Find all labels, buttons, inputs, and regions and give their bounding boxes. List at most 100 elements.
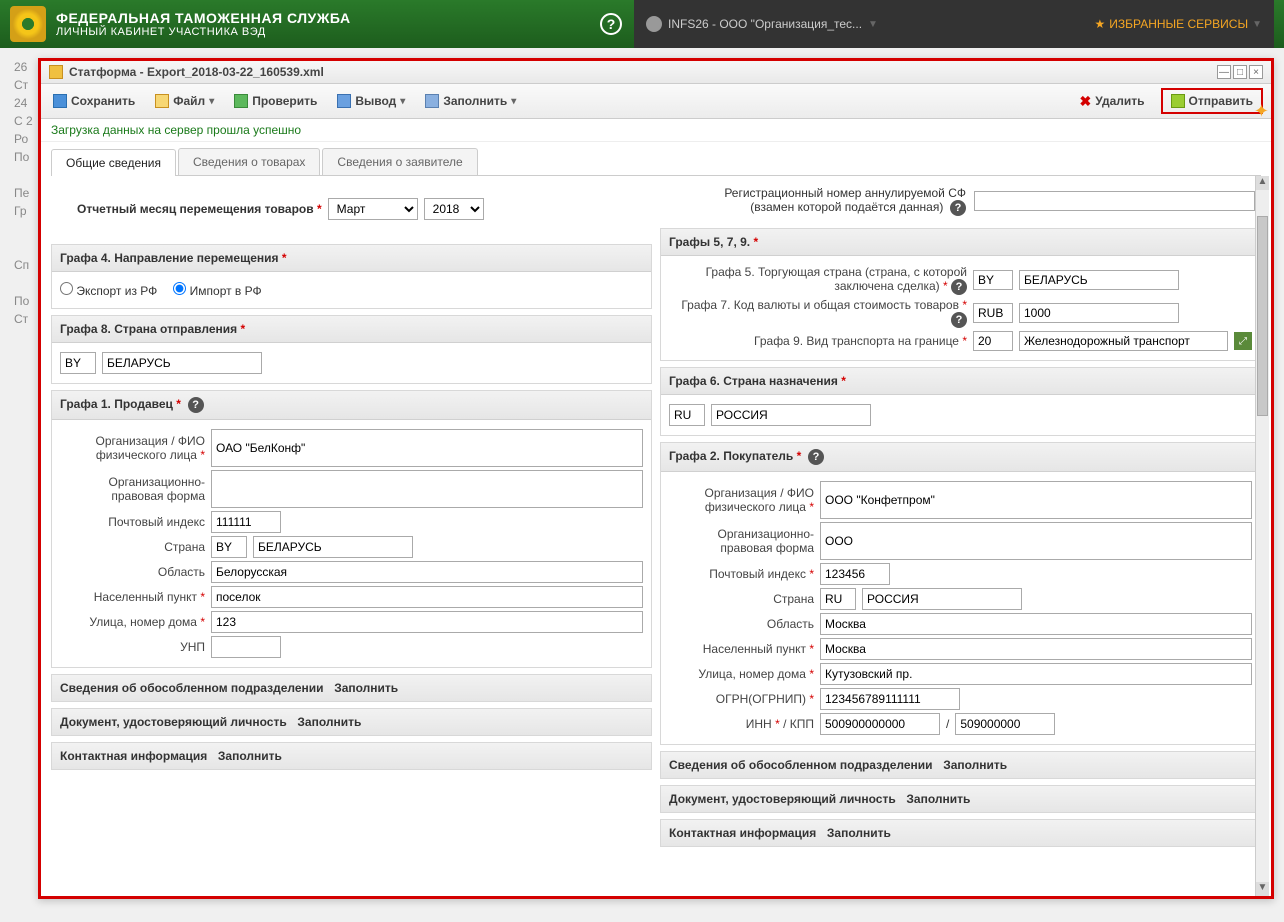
radio-import[interactable]: Импорт в РФ [173,282,261,298]
modal-window: Статформа - Export_2018-03-22_160539.xml… [38,58,1274,899]
help-icon[interactable]: ? [950,200,966,216]
send-icon [1171,94,1185,108]
g2-title: Графа 2. Покупатель [669,449,793,463]
seller-unp-input[interactable] [211,636,281,658]
form-area: Отчетный месяц перемещения товаров * Мар… [41,176,1271,896]
g579-title: Графы 5, 7, 9. [669,235,750,249]
chevron-down-icon: ▾ [511,96,516,107]
close-button[interactable]: × [1249,65,1263,79]
help-icon[interactable]: ? [808,449,824,465]
g5-code[interactable] [973,270,1013,290]
radio-export[interactable]: Экспорт из РФ [60,282,157,298]
buyer-country-name[interactable] [862,588,1022,610]
help-icon[interactable]: ? [951,312,967,328]
seller-org-input[interactable] [211,429,643,467]
user-label: INFS26 - ООО "Организация_тес... [668,17,862,31]
save-button[interactable]: Сохранить [49,92,139,110]
buyer-org-input[interactable] [820,481,1252,519]
seller-division[interactable]: Сведения об обособленном подразделении З… [51,674,652,702]
g6-name[interactable] [711,404,871,426]
buyer-contact[interactable]: Контактная информация Заполнить [660,819,1261,847]
g5-name[interactable] [1019,270,1179,290]
buyer-inn-input[interactable] [820,713,940,735]
year-select[interactable]: 2018 [424,198,484,220]
tab-applicant[interactable]: Сведения о заявителе [322,148,477,175]
seller-street-input[interactable] [211,611,643,633]
buyer-region-input[interactable] [820,613,1252,635]
scroll-down[interactable]: ▼ [1256,882,1269,896]
buyer-street-input[interactable] [820,663,1252,685]
panel-g4: Графа 4. Направление перемещения * Экспо… [51,244,652,309]
g6-code[interactable] [669,404,705,426]
buyer-division[interactable]: Сведения об обособленном подразделении З… [660,751,1261,779]
scroll-thumb[interactable] [1257,216,1268,416]
g8-code-input[interactable] [60,352,96,374]
buyer-locality-input[interactable] [820,638,1252,660]
seller-country-code[interactable] [211,536,247,558]
status-message: Загрузка данных на сервер прошла успешно [41,119,1271,142]
g9-code[interactable] [973,331,1013,351]
buyer-identity[interactable]: Документ, удостоверяющий личность Заполн… [660,785,1261,813]
help-icon[interactable]: ? [600,13,622,35]
expand-icon[interactable]: ⤢ [1234,332,1252,350]
fav-label: ИЗБРАННЫЕ СЕРВИСЫ [1109,17,1248,31]
g4-title: Графа 4. Направление перемещения [60,251,279,265]
panel-g6: Графа 6. Страна назначения * [660,367,1261,436]
help-icon[interactable]: ? [188,397,204,413]
org-title: ФЕДЕРАЛЬНАЯ ТАМОЖЕННАЯ СЛУЖБА [56,10,351,26]
panel-g579: Графы 5, 7, 9. * Графа 5. Торгующая стра… [660,228,1261,361]
chevron-down-icon: ▾ [209,96,214,107]
panel-g8: Графа 8. Страна отправления * [51,315,652,384]
banner-title: ФЕДЕРАЛЬНАЯ ТАМОЖЕННАЯ СЛУЖБА ЛИЧНЫЙ КАБ… [56,10,351,38]
chevron-down-icon: ▾ [400,96,405,107]
g7-value[interactable] [1019,303,1179,323]
panel-g1: Графа 1. Продавец * ? Организация / ФИО … [51,390,652,668]
star-icon: ★ [1094,17,1105,31]
window-titlebar: Статформа - Export_2018-03-22_160539.xml… [41,61,1271,84]
send-button[interactable]: Отправить [1167,92,1257,110]
reg-label-2: (взамен которой подаётся данная) [750,200,943,214]
send-highlight: Отправить ✦ [1161,88,1263,114]
seller-identity[interactable]: Документ, удостоверяющий личность Заполн… [51,708,652,736]
buyer-postal-input[interactable] [820,563,890,585]
fill-icon [425,94,439,108]
document-icon [49,65,63,79]
buyer-legal-input[interactable] [820,522,1252,560]
org-subtitle: ЛИЧНЫЙ КАБИНЕТ УЧАСТНИКА ВЭД [56,26,351,38]
help-icon[interactable]: ? [951,279,967,295]
g7-code[interactable] [973,303,1013,323]
window-title: Статформа - Export_2018-03-22_160539.xml [69,65,324,79]
file-menu[interactable]: Файл▾ [151,92,218,110]
g9-name[interactable] [1019,331,1228,351]
tab-goods[interactable]: Сведения о товарах [178,148,320,175]
tab-general[interactable]: Общие сведения [51,149,176,176]
seller-region-input[interactable] [211,561,643,583]
save-icon [53,94,67,108]
seller-country-name[interactable] [253,536,413,558]
scroll-up[interactable]: ▲ [1256,176,1269,190]
buyer-kpp-input[interactable] [955,713,1055,735]
panel-g2: Графа 2. Покупатель * ? Организация / ФИ… [660,442,1261,745]
fill-menu[interactable]: Заполнить▾ [421,92,520,110]
report-month-label: Отчетный месяц перемещения товаров [77,202,314,216]
g8-name-input[interactable] [102,352,262,374]
buyer-ogrn-input[interactable] [820,688,960,710]
obscured-background: 26Ст24С 2РоПоПеГрСпПоСт [14,58,33,328]
favorites-menu[interactable]: ★ ИЗБРАННЫЕ СЕРВИСЫ ▼ [1094,17,1262,31]
check-button[interactable]: Проверить [230,92,321,110]
user-menu[interactable]: INFS26 - ООО "Организация_тес... ▼ [646,16,878,32]
export-menu[interactable]: Вывод▾ [333,92,409,110]
delete-button[interactable]: ✖Удалить [1076,91,1149,112]
scrollbar[interactable]: ▲ ▼ [1255,176,1269,896]
seller-contact[interactable]: Контактная информация Заполнить [51,742,652,770]
maximize-button[interactable]: □ [1233,65,1247,79]
buyer-country-code[interactable] [820,588,856,610]
minimize-button[interactable]: — [1217,65,1231,79]
file-icon [155,94,169,108]
report-month-row: Отчетный месяц перемещения товаров * Мар… [51,186,652,238]
seller-locality-input[interactable] [211,586,643,608]
seller-legal-input[interactable] [211,470,643,508]
month-select[interactable]: Март [328,198,418,220]
reg-number-input[interactable] [974,191,1255,211]
seller-postal-input[interactable] [211,511,281,533]
